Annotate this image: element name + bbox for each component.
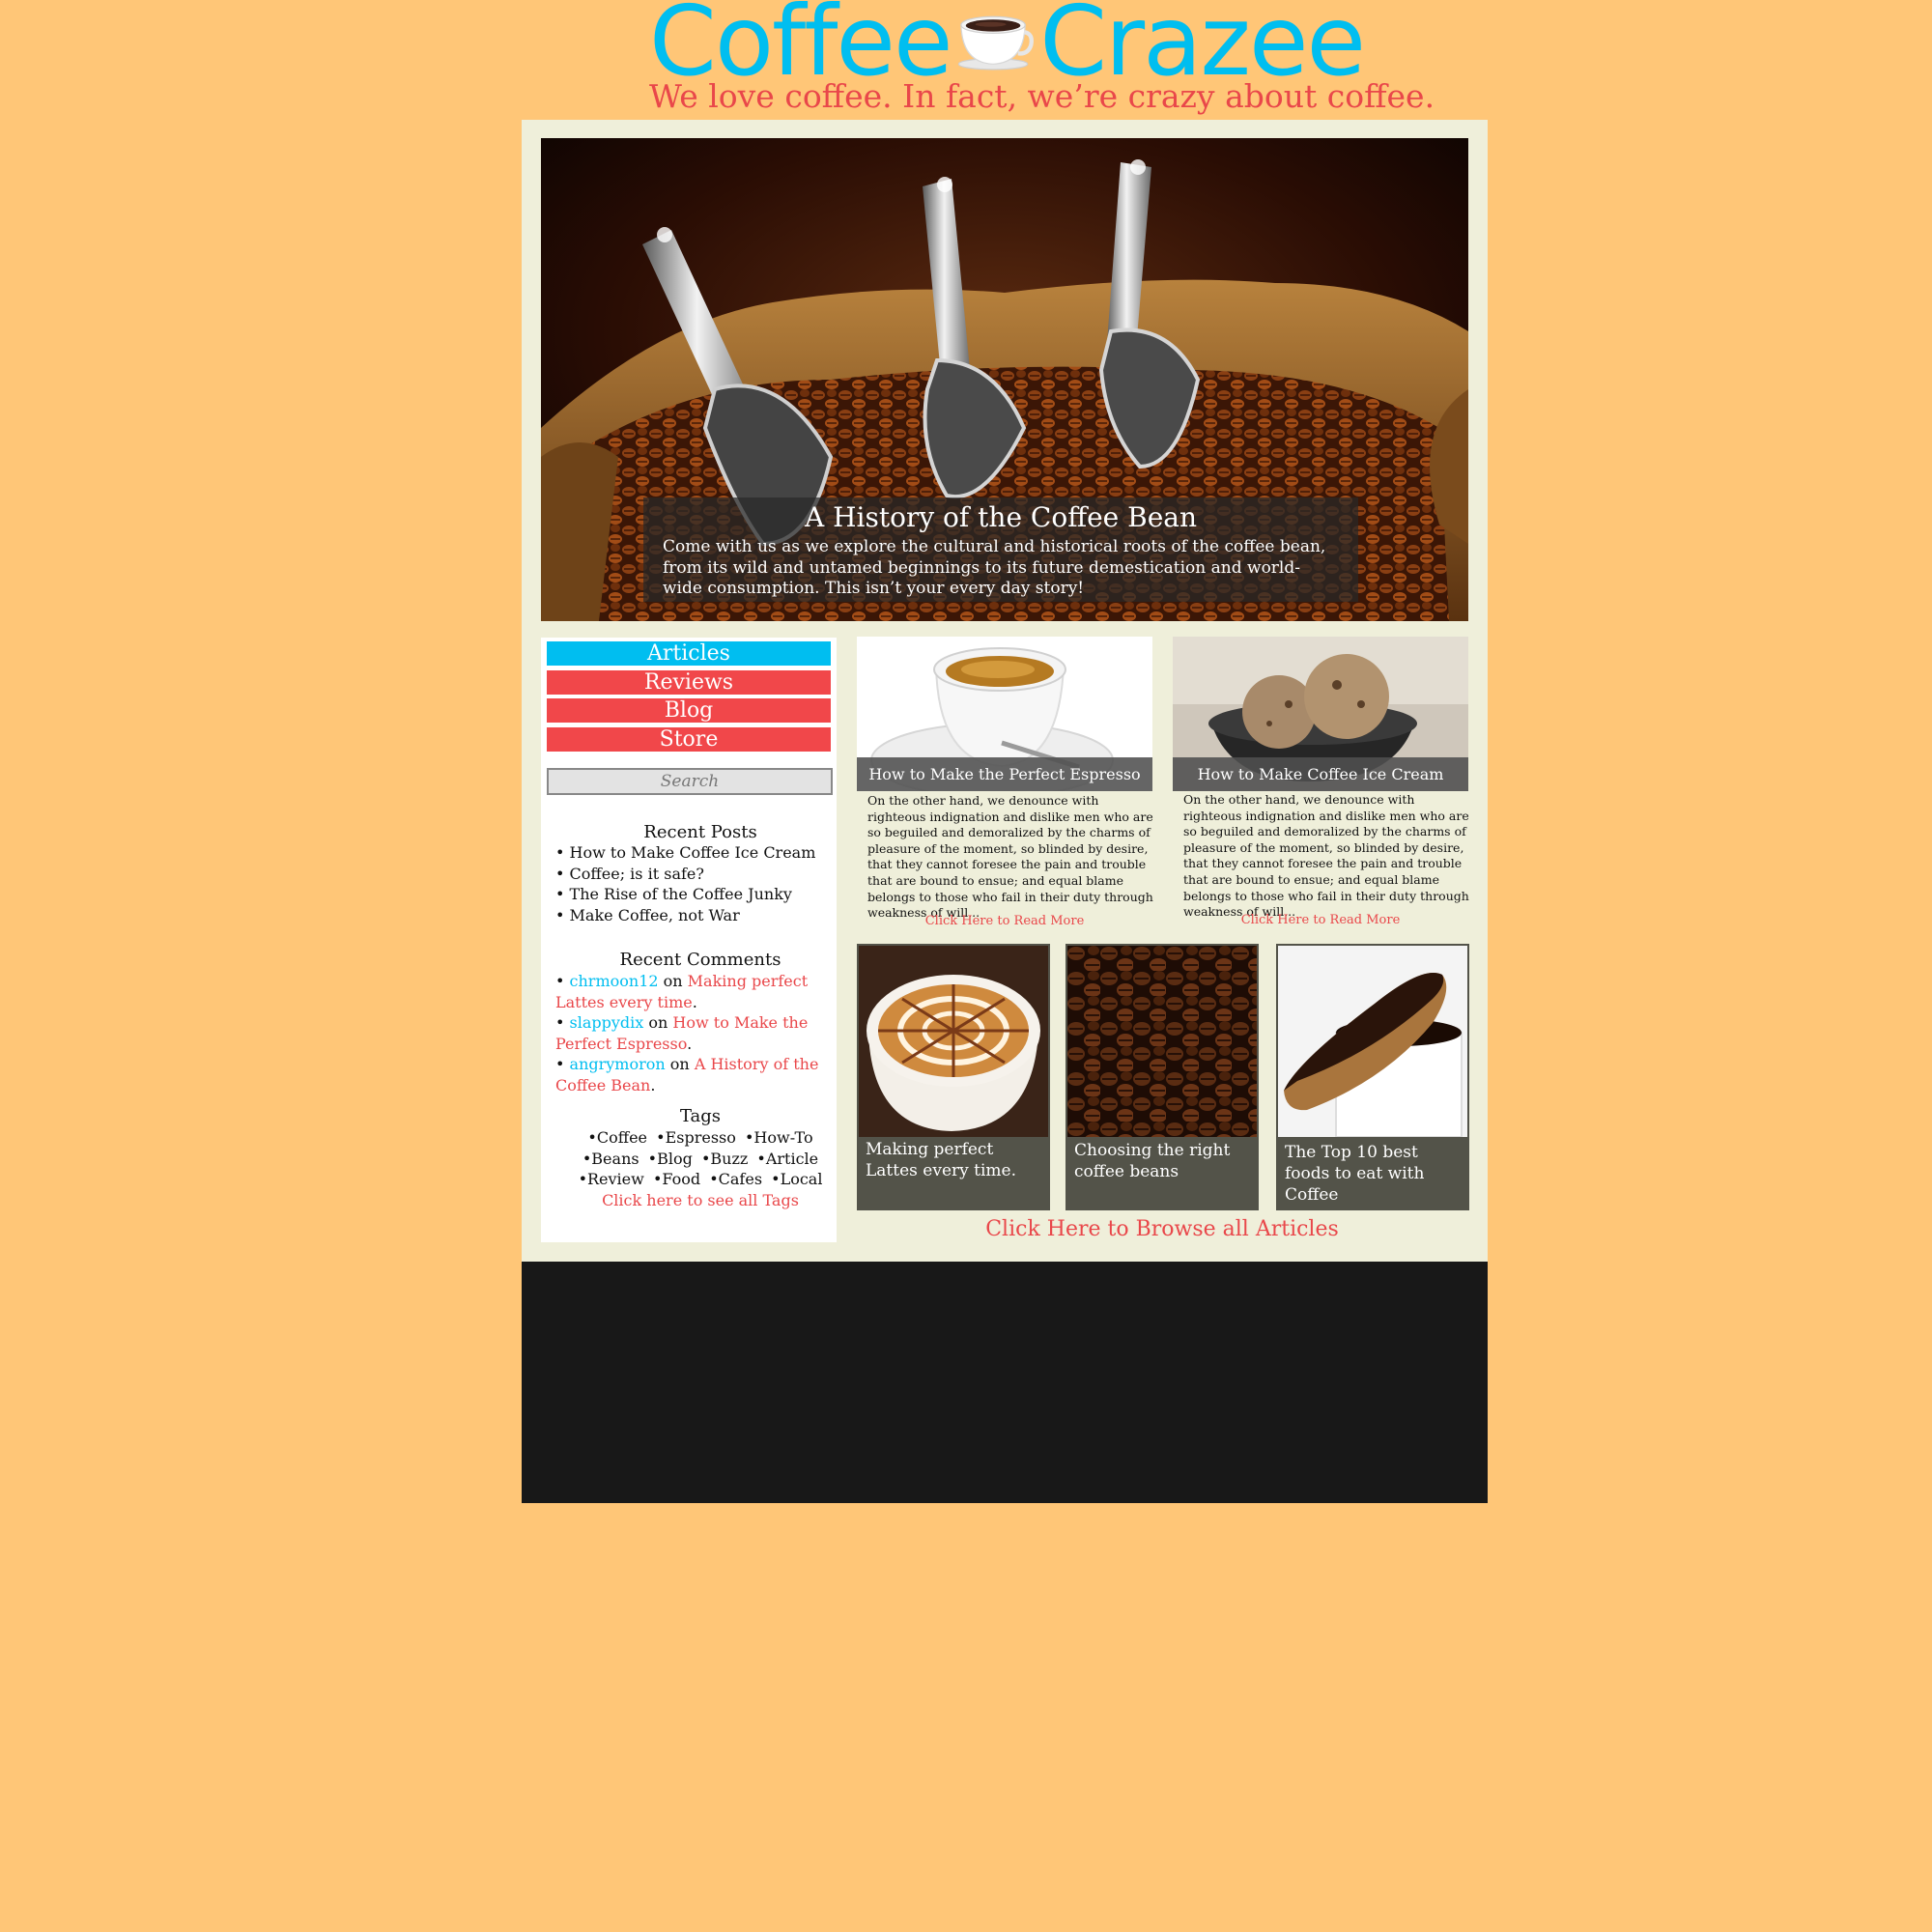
feature-title[interactable]: How to Make Coffee Ice Cream — [1173, 757, 1468, 791]
comment-end: . — [650, 1075, 656, 1094]
hero-description: Come with us as we explore the cultural … — [663, 537, 1326, 598]
comment-end: . — [687, 1034, 693, 1053]
tag-link[interactable]: •Espresso — [656, 1128, 736, 1147]
page-footer — [522, 1262, 1488, 1503]
comment-item: • chrmoon12 on Making perfect Lattes eve… — [555, 971, 836, 1012]
tag-row: •Coffee •Espresso •How-To — [541, 1127, 860, 1149]
feature-card-ice-cream[interactable]: How to Make Coffee Ice Cream — [1173, 637, 1468, 791]
recent-post-item[interactable]: • The Rise of the Coffee Junky — [555, 884, 836, 905]
article-tile-foods[interactable]: The Top 10 best foods to eat with Coffee — [1276, 944, 1469, 1210]
tag-link[interactable]: •Local — [771, 1170, 822, 1188]
tag-link[interactable]: •How-To — [745, 1128, 813, 1147]
hero-title[interactable]: A History of the Coffee Bean — [663, 498, 1339, 537]
nav-store[interactable]: Store — [547, 727, 831, 752]
article-tile-lattes[interactable]: Making perfect Lattes every time. — [857, 944, 1050, 1210]
recent-post-item[interactable]: • How to Make Coffee Ice Cream — [555, 842, 836, 864]
recent-post-item[interactable]: • Make Coffee, not War — [555, 905, 836, 926]
hero-banner[interactable]: A History of the Coffee Bean Come with u… — [541, 138, 1468, 621]
comment-user[interactable]: chrmoon12 — [570, 972, 659, 990]
recent-post-item[interactable]: • Coffee; is it safe? — [555, 864, 836, 885]
tag-row: •Review •Food •Cafes •Local — [541, 1169, 860, 1190]
tag-link[interactable]: •Buzz — [701, 1150, 748, 1168]
tile-caption: Making perfect Lattes every time. — [866, 1140, 1016, 1180]
comment-item: • slappydix on How to Make the Perfect E… — [555, 1012, 836, 1054]
tag-link[interactable]: •Review — [579, 1170, 644, 1188]
hero-caption: A History of the Coffee Bean Come with u… — [643, 497, 1358, 602]
comment-user[interactable]: slappydix — [570, 1013, 644, 1032]
tag-link[interactable]: •Beans — [582, 1150, 639, 1168]
nav-articles[interactable]: Articles — [547, 641, 831, 666]
nav-blog[interactable]: Blog — [547, 698, 831, 723]
feature-excerpt: On the other hand, we denounce with righ… — [867, 793, 1153, 921]
comment-bullet: • — [555, 972, 570, 990]
read-more-link[interactable]: Click Here to Read More — [1173, 913, 1468, 927]
comment-on: on — [665, 1055, 695, 1073]
feature-card-espresso[interactable]: How to Make the Perfect Espresso — [857, 637, 1152, 791]
comment-on: on — [658, 972, 688, 990]
recent-comments-list: • chrmoon12 on Making perfect Lattes eve… — [555, 971, 836, 1095]
tag-cloud: •Coffee •Espresso •How-To •Beans •Blog •… — [541, 1127, 860, 1210]
tags-heading: Tags — [679, 1106, 722, 1126]
comment-bullet: • — [555, 1055, 570, 1073]
nav-reviews[interactable]: Reviews — [547, 670, 831, 695]
main-panel: A History of the Coffee Bean Come with u… — [522, 120, 1488, 1262]
feature-title[interactable]: How to Make the Perfect Espresso — [857, 757, 1152, 791]
browse-all-articles-link[interactable]: Click Here to Browse all Articles — [856, 1217, 1468, 1241]
feature-excerpt: On the other hand, we denounce with righ… — [1183, 792, 1469, 920]
coffee-beans-image — [1067, 946, 1257, 1137]
tag-link[interactable]: •Coffee — [587, 1128, 647, 1147]
tag-link[interactable]: •Food — [653, 1170, 700, 1188]
tag-row: •Beans •Blog •Buzz •Article — [541, 1149, 860, 1170]
comment-bullet: • — [555, 1013, 570, 1032]
read-more-link[interactable]: Click Here to Read More — [857, 914, 1152, 928]
biscotti-image — [1278, 946, 1467, 1137]
tag-link[interactable]: •Article — [756, 1150, 818, 1168]
recent-posts-heading: Recent Posts — [643, 822, 757, 842]
site-tagline: We love coffee. In fact, we’re crazy abo… — [649, 77, 1435, 115]
recent-comments-heading: Recent Comments — [619, 950, 781, 970]
recent-posts-list: • How to Make Coffee Ice Cream • Coffee;… — [555, 842, 836, 925]
comment-on: on — [643, 1013, 673, 1032]
tag-link[interactable]: •Blog — [648, 1150, 693, 1168]
tag-link[interactable]: •Cafes — [709, 1170, 762, 1188]
tile-caption: The Top 10 best foods to eat with Coffee — [1285, 1143, 1425, 1205]
sidebar: Articles Reviews Blog Store Recent Posts… — [541, 638, 837, 1242]
search-input[interactable] — [547, 768, 833, 795]
see-all-tags-link[interactable]: Click here to see all Tags — [541, 1190, 860, 1211]
article-tile-beans[interactable]: Choosing the right coffee beans — [1065, 944, 1259, 1210]
comment-end: . — [692, 992, 697, 1011]
comment-item: • angrymoron on A History of the Coffee … — [555, 1054, 836, 1095]
tile-caption: Choosing the right coffee beans — [1074, 1141, 1231, 1181]
latte-art-image — [859, 946, 1048, 1137]
comment-user[interactable]: angrymoron — [570, 1055, 666, 1073]
